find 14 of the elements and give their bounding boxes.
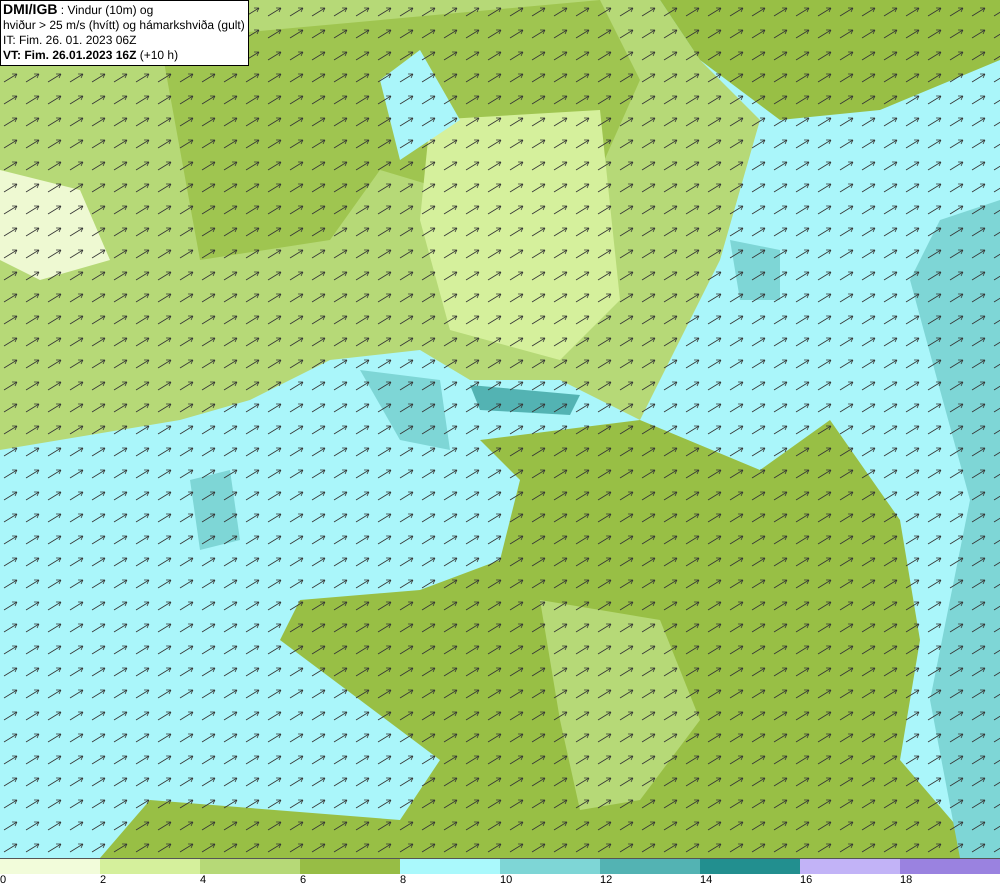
title-line: DMI/IGB : Vindur (10m) og — [3, 2, 154, 18]
legend-tick-label: 10 — [500, 874, 512, 887]
legend-tick-label: 8 — [400, 874, 406, 887]
title-line: IT: Fim. 26. 01. 2023 06Z — [3, 33, 138, 48]
legend-tick-label: 16 — [800, 874, 812, 887]
legend-tick-label: 18 — [900, 874, 912, 887]
title-line: VT: Fim. 26.01.2023 16Z (+10 h) — [3, 48, 180, 63]
title-line: hviður > 25 m/s (hvítt) og hámarkshviða (gult) — [3, 18, 245, 33]
legend-tick-label: 0 — [0, 874, 6, 887]
legend-tick-label: 12 — [600, 874, 612, 887]
legend-tick-label: 6 — [300, 874, 306, 887]
legend-tick-label: 2 — [100, 874, 106, 887]
legend-tick-label: 14 — [700, 874, 712, 887]
legend-tick-label: 4 — [200, 874, 206, 887]
